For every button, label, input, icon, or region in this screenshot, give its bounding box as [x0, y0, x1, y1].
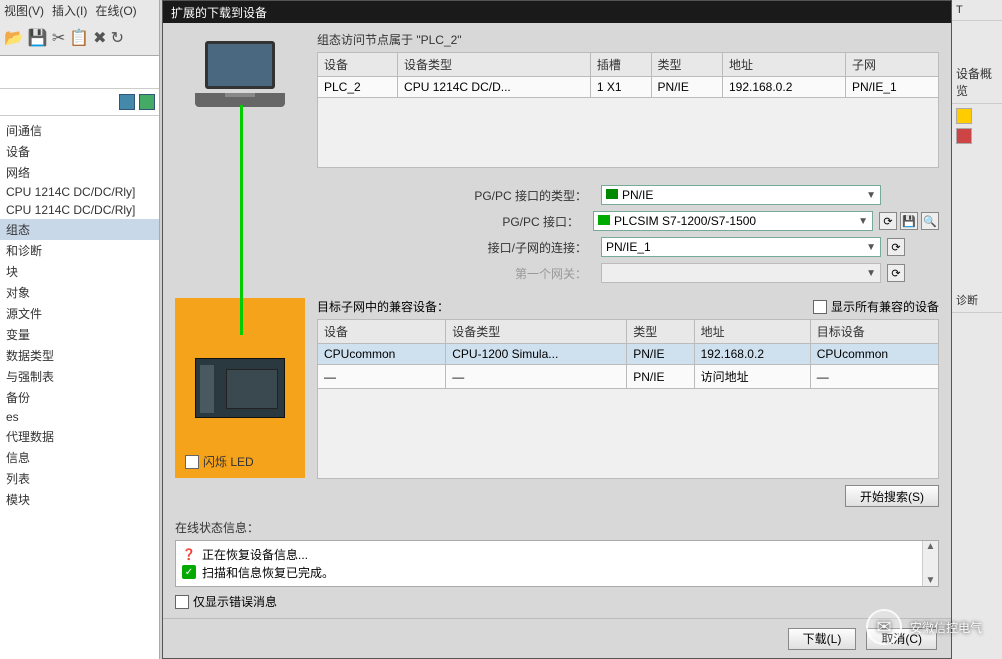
- subnet-label: 接口/子网的连接：: [175, 239, 595, 256]
- column-header[interactable]: 地址: [722, 53, 845, 77]
- background-app: 视图(V) 插入(I) 在线(O) 📂 💾 ✂ 📋 ✖ ↻ 间通信设备网络CPU…: [0, 0, 160, 659]
- pgpc-type-label: PG/PC 接口的类型：: [175, 187, 595, 204]
- refresh-icon[interactable]: ⟳: [887, 238, 905, 256]
- start-search-button[interactable]: 开始搜索(S): [845, 485, 939, 507]
- pgpc-interface-select[interactable]: PLCSIM S7-1200/S7-1500▼: [593, 211, 873, 231]
- flash-led-checkbox[interactable]: 闪烁 LED: [185, 453, 254, 470]
- table-row[interactable]: PLC_2CPU 1214C DC/D...1 X1PN/IE192.168.0…: [318, 77, 939, 98]
- device-overview-tab[interactable]: 设备概览: [952, 61, 1002, 104]
- refresh-icon[interactable]: ⟳: [887, 264, 905, 282]
- search-icon[interactable]: 🔍: [921, 212, 939, 230]
- toolbar-close-icon[interactable]: ✖: [93, 28, 106, 48]
- plc-icon: [195, 358, 285, 418]
- check-icon: ✓: [182, 565, 196, 579]
- refresh-icon[interactable]: ⟳: [879, 212, 897, 230]
- tree-item[interactable]: 与强制表: [0, 366, 159, 387]
- wechat-icon: ✉: [866, 609, 902, 645]
- tree-item[interactable]: 代理数据: [0, 426, 159, 447]
- top-table-caption: 组态访问节点属于 "PLC_2": [317, 31, 939, 48]
- laptop-icon: [195, 41, 285, 111]
- interface-form: PG/PC 接口的类型： PN/IE▼ PG/PC 接口： PLCSIM S7-…: [175, 182, 939, 286]
- tree-view-icon[interactable]: [119, 94, 135, 110]
- checkbox-icon[interactable]: [175, 595, 189, 609]
- tree-sync-icon[interactable]: [139, 94, 155, 110]
- overview-icon[interactable]: [956, 128, 972, 144]
- dialog-footer: 下载(L) 取消(C): [163, 618, 951, 658]
- column-header[interactable]: 地址: [694, 320, 810, 344]
- scroll-up-icon: ▲: [926, 541, 936, 552]
- toolbar-icon[interactable]: ↻: [111, 28, 124, 48]
- question-icon: ❓: [182, 547, 196, 561]
- dialog-title-bar: 扩展的下载到设备: [163, 1, 951, 23]
- menu-online[interactable]: 在线(O): [95, 2, 136, 18]
- column-header[interactable]: 设备类型: [446, 320, 627, 344]
- menu-insert[interactable]: 插入(I): [52, 2, 87, 18]
- column-header[interactable]: 插槽: [590, 53, 651, 77]
- download-dialog: 扩展的下载到设备 组态访问节点属于 "PLC_2" 设备设备类型插槽类型地址子网…: [162, 0, 952, 659]
- tree-item[interactable]: 间通信: [0, 120, 159, 141]
- pgpc-interface-label: PG/PC 接口：: [175, 213, 587, 230]
- tree-item[interactable]: 组态: [0, 219, 159, 240]
- checkbox-icon[interactable]: [185, 455, 199, 469]
- right-panel: T 设备概览 诊断: [952, 0, 1002, 659]
- tree-item[interactable]: 和诊断: [0, 240, 159, 261]
- tree-toolbar: [0, 88, 159, 116]
- dialog-title: 扩展的下载到设备: [171, 4, 267, 21]
- gateway-label: 第一个网关：: [175, 265, 595, 282]
- properties-icon[interactable]: 💾: [900, 212, 918, 230]
- pgpc-type-select[interactable]: PN/IE▼: [601, 185, 881, 205]
- column-header[interactable]: 类型: [627, 320, 694, 344]
- toolbar-icon[interactable]: 📋: [69, 28, 89, 48]
- config-nodes-table: 设备设备类型插槽类型地址子网 PLC_2CPU 1214C DC/D...1 X…: [317, 52, 939, 168]
- tree-item[interactable]: 源文件: [0, 303, 159, 324]
- right-tab-t[interactable]: T: [952, 0, 1002, 21]
- subnet-select[interactable]: PN/IE_1▼: [601, 237, 881, 257]
- checkbox-icon[interactable]: [813, 300, 827, 314]
- column-header[interactable]: 类型: [651, 53, 722, 77]
- diagnostics-tab[interactable]: 诊断: [952, 288, 1002, 313]
- table-row[interactable]: ——PN/IE访问地址—: [318, 365, 939, 389]
- tree-item[interactable]: 网络: [0, 162, 159, 183]
- scroll-down-icon: ▼: [926, 575, 936, 586]
- status-box: ❓正在恢复设备信息...✓扫描和信息恢复已完成。 ▲▼: [175, 540, 939, 587]
- menu-view[interactable]: 视图(V): [4, 2, 44, 18]
- column-header[interactable]: 子网: [846, 53, 939, 77]
- tree-item[interactable]: 设备: [0, 141, 159, 162]
- tree-item[interactable]: 块: [0, 261, 159, 282]
- compatible-devices-table[interactable]: 设备设备类型类型地址目标设备 CPUcommonCPU-1200 Simula.…: [317, 319, 939, 479]
- tree-item[interactable]: 信息: [0, 447, 159, 468]
- tree-item[interactable]: es: [0, 408, 159, 426]
- connection-line: [240, 105, 243, 335]
- show-all-checkbox[interactable]: 显示所有兼容的设备: [813, 298, 939, 315]
- status-label: 在线状态信息：: [175, 519, 939, 536]
- column-header[interactable]: 目标设备: [810, 320, 938, 344]
- toolbar-icon[interactable]: ✂: [52, 28, 65, 48]
- tree-item[interactable]: 模块: [0, 489, 159, 510]
- overview-icon[interactable]: [956, 108, 972, 124]
- download-button[interactable]: 下载(L): [788, 628, 857, 650]
- scrollbar[interactable]: ▲▼: [922, 541, 938, 586]
- tree-item[interactable]: CPU 1214C DC/DC/Rly]: [0, 183, 159, 201]
- column-header[interactable]: 设备: [318, 53, 398, 77]
- watermark: ✉ 安徽信控电气: [866, 609, 982, 645]
- main-toolbar: 📂 💾 ✂ 📋 ✖ ↻: [0, 20, 159, 56]
- status-line: ✓扫描和信息恢复已完成。: [182, 563, 932, 581]
- project-tree[interactable]: 间通信设备网络CPU 1214C DC/DC/Rly]CPU 1214C DC/…: [0, 116, 159, 514]
- column-header[interactable]: 设备: [318, 320, 446, 344]
- menubar: 视图(V) 插入(I) 在线(O): [0, 0, 159, 20]
- tree-item[interactable]: CPU 1214C DC/DC/Rly]: [0, 201, 159, 219]
- status-line: ❓正在恢复设备信息...: [182, 545, 932, 563]
- toolbar-icon[interactable]: 📂: [4, 28, 24, 48]
- column-header[interactable]: 设备类型: [398, 53, 591, 77]
- tree-item[interactable]: 列表: [0, 468, 159, 489]
- errors-only-checkbox[interactable]: 仅显示错误消息: [175, 593, 939, 610]
- compatible-devices-label: 目标子网中的兼容设备：: [317, 298, 449, 315]
- gateway-select: ▼: [601, 263, 881, 283]
- tree-item[interactable]: 数据类型: [0, 345, 159, 366]
- tree-item[interactable]: 对象: [0, 282, 159, 303]
- tree-item[interactable]: 变量: [0, 324, 159, 345]
- tree-item[interactable]: 备份: [0, 387, 159, 408]
- toolbar-icon[interactable]: 💾: [28, 28, 48, 48]
- table-row[interactable]: CPUcommonCPU-1200 Simula...PN/IE192.168.…: [318, 344, 939, 365]
